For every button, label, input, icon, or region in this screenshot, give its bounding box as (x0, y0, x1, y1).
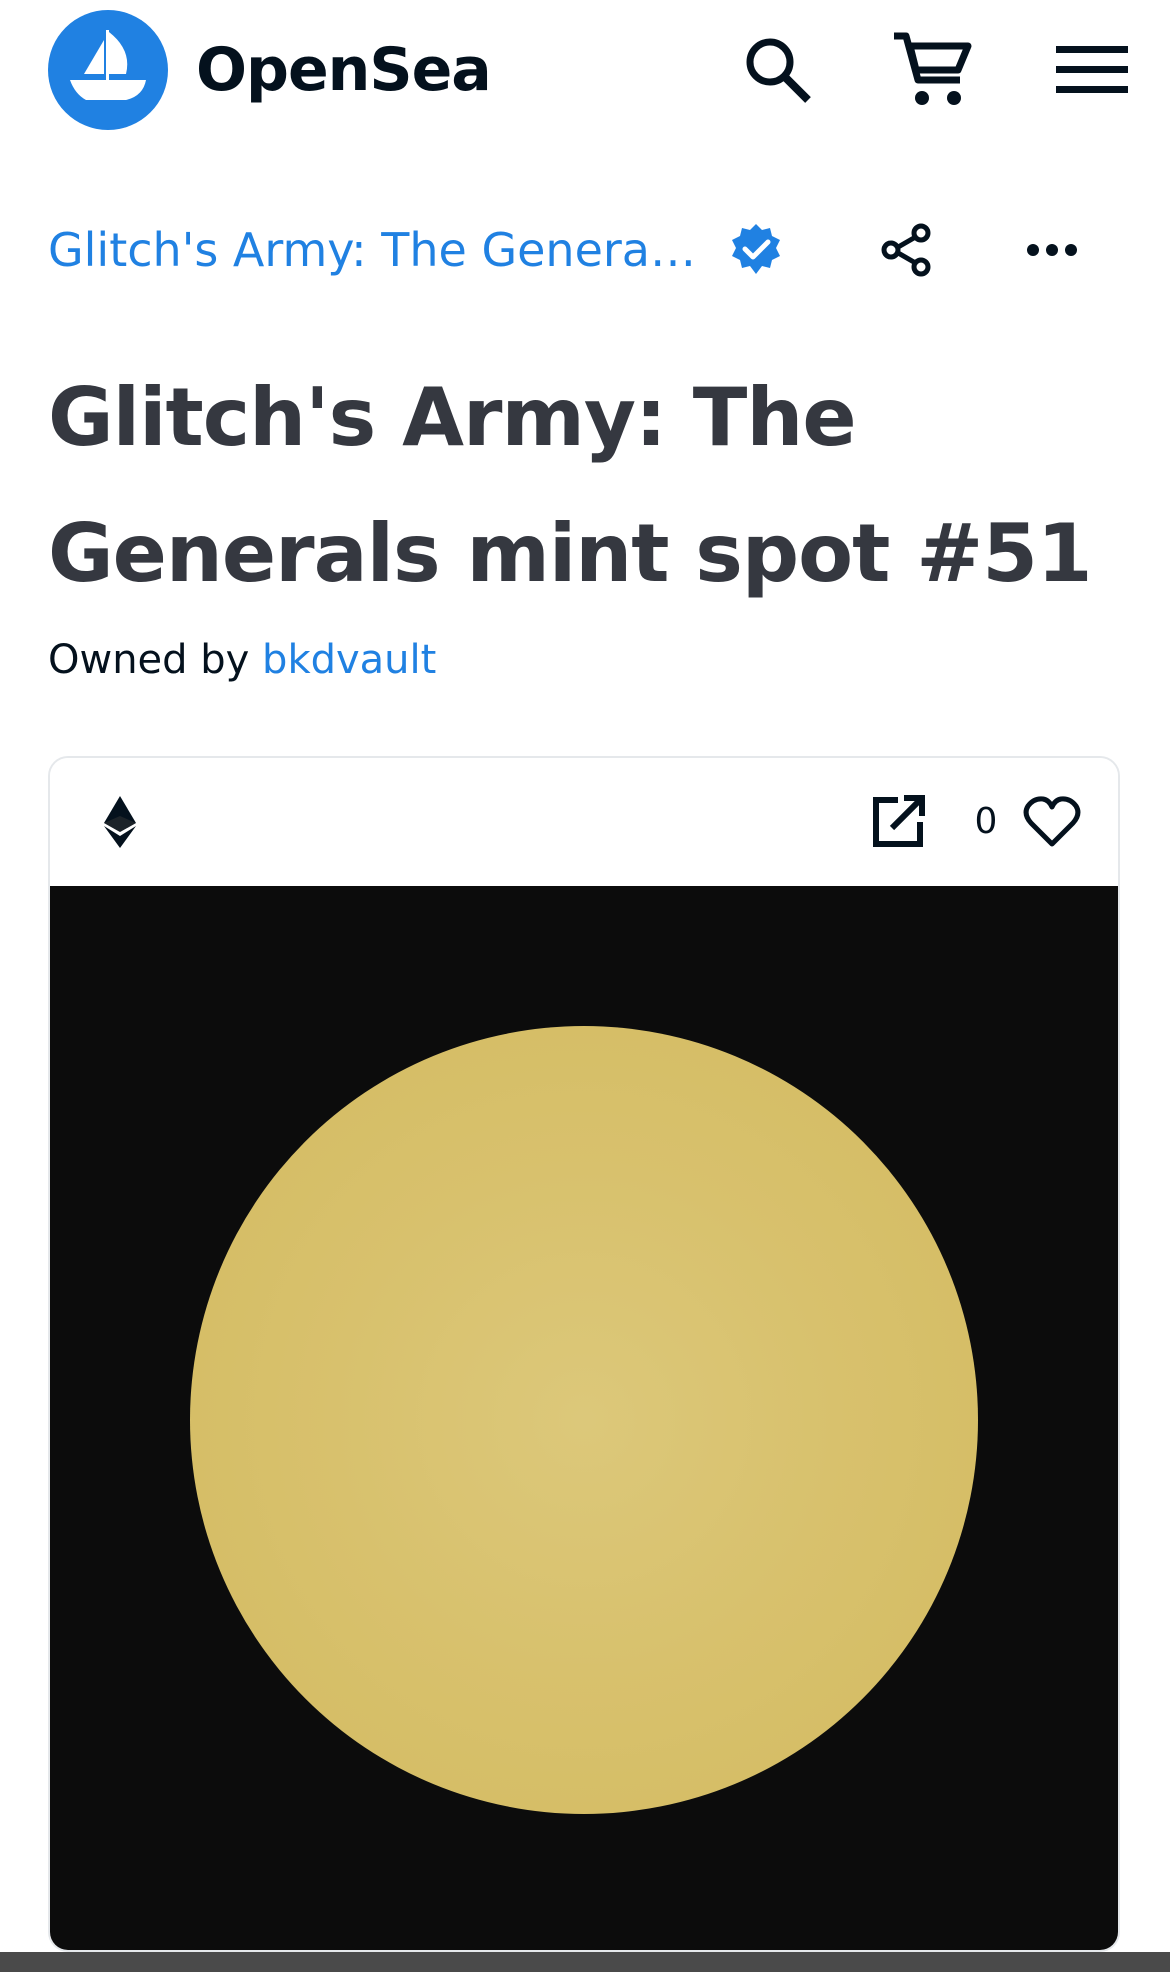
owner-line: Owned by bkdvault (48, 630, 436, 690)
owner-prefix: Owned by (48, 637, 250, 683)
ethereum-icon[interactable] (102, 796, 138, 848)
collection-row: Glitch's Army: The General... (48, 212, 1122, 288)
top-navbar: OpenSea (0, 0, 1170, 140)
cart-button[interactable] (886, 24, 978, 116)
search-button[interactable] (732, 24, 824, 116)
asset-media-card: 0 (48, 756, 1120, 1952)
owner-link[interactable]: bkdvault (262, 637, 436, 683)
share-button[interactable] (868, 212, 944, 288)
favorite-count: 0 (974, 801, 998, 842)
system-bottom-bar (0, 1952, 1170, 1972)
collection-link[interactable]: Glitch's Army: The General... (48, 212, 698, 288)
external-link-button[interactable] (864, 788, 932, 856)
favorite-button[interactable] (1018, 788, 1086, 856)
heart-icon (1023, 796, 1081, 847)
hamburger-menu-icon (1056, 46, 1128, 93)
asset-title: Glitch's Army: The Generals mint spot #5… (48, 371, 1093, 600)
share-icon (881, 223, 931, 277)
brand-name[interactable]: OpenSea (196, 34, 492, 106)
card-header: 0 (50, 758, 1118, 886)
external-link-icon (873, 795, 925, 847)
asset-image[interactable] (50, 886, 1118, 1950)
search-icon (746, 38, 811, 103)
more-options-button[interactable] (1014, 212, 1090, 288)
gold-coin-image (190, 1026, 978, 1814)
more-options-icon (1027, 244, 1077, 256)
verified-badge-icon (732, 224, 780, 274)
cart-icon (894, 32, 972, 105)
opensea-logo-icon[interactable] (48, 10, 168, 130)
menu-button[interactable] (1046, 24, 1138, 116)
